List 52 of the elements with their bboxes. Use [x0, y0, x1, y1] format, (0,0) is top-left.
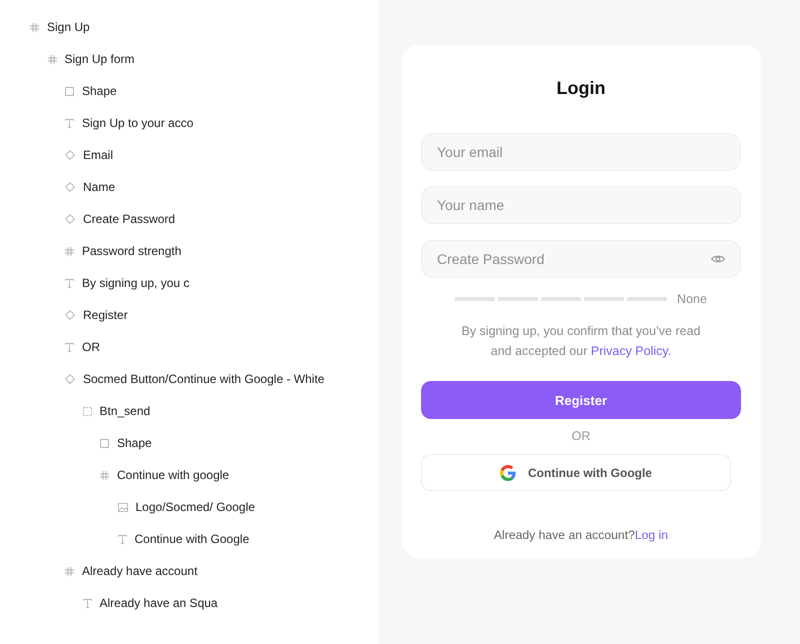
square-icon	[100, 438, 109, 448]
login-link[interactable]: Log in	[634, 528, 668, 542]
or-separator: OR	[572, 428, 590, 444]
eye-icon[interactable]	[711, 254, 725, 264]
layer-item[interactable]: Email	[65, 147, 114, 163]
diamond-icon	[65, 214, 75, 224]
text-icon	[65, 118, 74, 128]
layer-item[interactable]: By signing up, you c	[65, 275, 190, 291]
square-icon	[65, 86, 74, 96]
hash-icon	[48, 54, 56, 64]
layer-item[interactable]: Continue with google	[100, 467, 230, 483]
hash-icon	[65, 246, 74, 256]
password-field[interactable]: Create Password	[421, 240, 741, 278]
name-field[interactable]: Your name	[421, 186, 741, 224]
dashed-square-icon	[82, 406, 92, 416]
hash-icon	[100, 470, 109, 480]
layer-item[interactable]: Already have an Squa	[82, 595, 218, 611]
text-icon	[65, 342, 74, 352]
email-field[interactable]: Your email	[421, 133, 741, 171]
register-button[interactable]: Register	[421, 381, 741, 419]
diamond-icon	[65, 182, 75, 192]
consent-text: By signing up, you confirm that you’ve read and accepted our Privacy Policy.	[460, 323, 702, 360]
privacy-policy-link[interactable]: Privacy Policy	[590, 344, 668, 358]
text-icon	[118, 534, 126, 544]
layer-item[interactable]: OR	[65, 339, 100, 355]
text-icon	[82, 598, 92, 608]
diamond-icon	[65, 310, 75, 320]
layer-item[interactable]: Already have account	[65, 563, 198, 579]
layer-item[interactable]: Password strength	[65, 243, 182, 259]
strength-label: None	[677, 291, 707, 307]
hash-icon	[30, 22, 39, 32]
layer-item[interactable]: Shape	[100, 435, 152, 451]
layer-item[interactable]: Sign Up to your acco	[65, 115, 194, 131]
layer-item[interactable]: Sign Up	[30, 19, 90, 35]
login-prompt: Already have an account?Log in	[494, 527, 668, 543]
form-title: Login	[556, 77, 606, 99]
layer-item[interactable]: Create Password	[65, 211, 176, 227]
layer-item[interactable]: Sign Up form	[48, 51, 135, 67]
layer-item[interactable]: Btn_send	[82, 403, 150, 419]
layer-item[interactable]: Continue with Google	[118, 531, 250, 547]
layer-item[interactable]: Socmed Button/Continue with Google - White	[65, 371, 324, 387]
diamond-icon	[65, 150, 75, 160]
layer-item[interactable]: Name	[65, 179, 116, 195]
layer-item[interactable]: Register	[65, 307, 128, 323]
text-icon	[65, 278, 74, 288]
google-logo-icon	[500, 464, 516, 480]
image-icon	[118, 502, 128, 512]
diamond-icon	[65, 374, 75, 384]
google-button[interactable]: Continue with Google	[421, 454, 731, 491]
layer-item[interactable]: Logo/Socmed/ Google	[118, 499, 255, 515]
layer-item[interactable]: Shape	[65, 83, 117, 99]
hash-icon	[65, 566, 74, 576]
